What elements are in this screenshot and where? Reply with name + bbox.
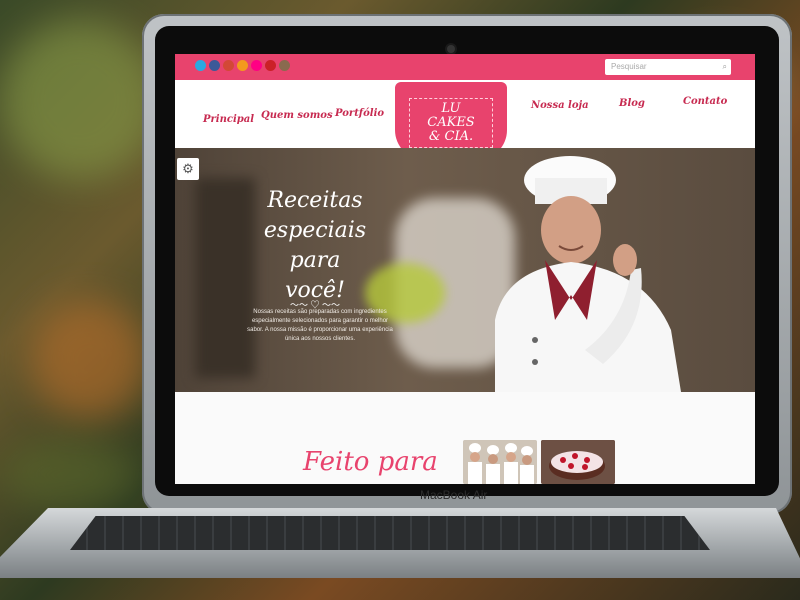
hero-headline-line1: Receitas xyxy=(267,188,363,213)
nav-item-principal[interactable]: Principal xyxy=(203,114,254,125)
twitter-icon[interactable] xyxy=(195,60,206,71)
top-bar: Pesquisar ⌕ xyxy=(175,54,755,80)
laptop-brand-label: MacBook Air xyxy=(420,488,488,502)
section-heading: Feito para xyxy=(303,447,438,477)
google-plus-icon[interactable] xyxy=(223,60,234,71)
facebook-icon[interactable] xyxy=(209,60,220,71)
hero-headline: Receitas especiais para você! xyxy=(235,186,395,306)
chef-image xyxy=(495,156,681,392)
logo-line1: LU xyxy=(441,101,461,116)
chefs-team-thumbnail[interactable] xyxy=(463,440,537,484)
rss-icon[interactable] xyxy=(237,60,248,71)
social-icons xyxy=(195,60,290,71)
instagram-icon[interactable] xyxy=(279,60,290,71)
nav-item-quem-somos[interactable]: Quem somos xyxy=(261,110,333,121)
search-input[interactable]: Pesquisar ⌕ xyxy=(605,59,731,75)
nav-item-blog[interactable]: Blog xyxy=(619,98,645,109)
flickr-icon[interactable] xyxy=(251,60,262,71)
hero-body-text: Nossas receitas são preparadas com ingre… xyxy=(247,309,393,342)
website-screen: Pesquisar ⌕ Principal Quem somos Portfól… xyxy=(175,54,755,484)
webcam-icon xyxy=(447,45,455,53)
nav-item-portfolio[interactable]: Portfólio xyxy=(335,108,384,119)
logo-line3: & CIA. xyxy=(428,129,474,144)
cake-thumbnail[interactable] xyxy=(541,440,615,484)
hero-headline-line2: especiais para xyxy=(263,218,367,273)
pinterest-icon[interactable] xyxy=(265,60,276,71)
search-icon[interactable]: ⌕ xyxy=(723,59,727,75)
keyboard xyxy=(70,516,710,550)
nav-item-contato[interactable]: Contato xyxy=(683,96,727,107)
gear-icon[interactable]: ⚙ xyxy=(177,158,199,180)
logo-line2: CAKES xyxy=(427,115,475,130)
nav-item-nossa-loja[interactable]: Nossa loja xyxy=(531,100,589,111)
